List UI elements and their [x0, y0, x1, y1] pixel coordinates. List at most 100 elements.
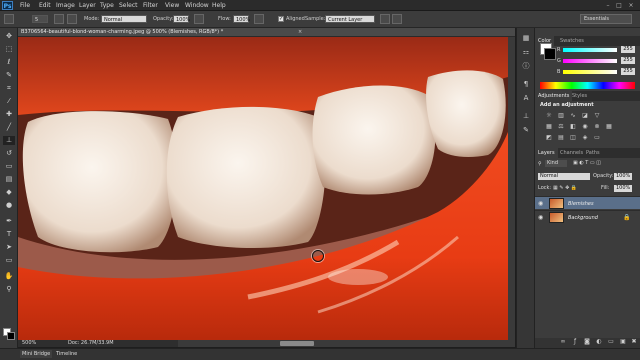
blue-value[interactable]: 255: [621, 68, 635, 75]
lock-icons[interactable]: ▦ ✎ ✥ 🔒: [553, 185, 577, 191]
menu-file[interactable]: File: [20, 0, 30, 11]
document-tab[interactable]: B3706564-beautiful-blond-woman-charming.…: [18, 28, 515, 37]
brush-presets-icon[interactable]: ✎: [521, 126, 531, 135]
menu-view[interactable]: View: [165, 0, 179, 11]
tab-timeline[interactable]: Timeline: [56, 351, 77, 357]
marquee-icon[interactable]: ⬚: [3, 45, 15, 54]
menu-type[interactable]: Type: [100, 0, 114, 11]
close-window-button[interactable]: ×: [627, 2, 635, 9]
filter-icons[interactable]: ▣ ◐ T ▭ ◫: [573, 160, 601, 166]
zoom-icon[interactable]: ⚲: [3, 285, 15, 294]
properties-icon[interactable]: ⚏: [521, 48, 531, 57]
levels-icon[interactable]: ▥: [557, 112, 565, 119]
green-slider-bar[interactable]: [563, 59, 617, 63]
clone-stamp-tool-icon[interactable]: [4, 14, 14, 24]
fill-input[interactable]: 100%: [614, 185, 632, 192]
new-layer-icon[interactable]: ▣: [619, 338, 627, 346]
mask-icon[interactable]: ◙: [583, 338, 591, 346]
layer-name[interactable]: Blemishes: [568, 201, 594, 207]
eyedropper-icon[interactable]: ⁄: [3, 97, 15, 106]
adjustment-layer-icon[interactable]: ◐: [595, 338, 603, 346]
eye-icon[interactable]: ◉: [538, 200, 543, 207]
layers-opacity-input[interactable]: 100%: [614, 173, 632, 180]
black-white-icon[interactable]: ◧: [569, 123, 577, 130]
maximize-button[interactable]: □: [615, 2, 623, 9]
pressure-opacity-icon[interactable]: [194, 14, 204, 24]
pressure-size-icon[interactable]: [392, 14, 402, 24]
healing-icon[interactable]: ✚: [3, 110, 15, 119]
menu-help[interactable]: Help: [212, 0, 226, 11]
workspace-select[interactable]: Essentials: [580, 14, 632, 24]
tab-styles[interactable]: Styles: [569, 91, 590, 101]
shape-icon[interactable]: ▭: [3, 256, 15, 265]
gradient-map-icon[interactable]: ▭: [593, 134, 601, 141]
document-info[interactable]: Doc: 26.7M/33.9M: [68, 340, 114, 346]
selective-color-icon[interactable]: ◈: [581, 134, 589, 141]
ignore-adjustment-icon[interactable]: [380, 14, 390, 24]
color-spectrum[interactable]: [540, 82, 635, 89]
type-icon[interactable]: T: [3, 230, 15, 239]
dodge-icon[interactable]: ●: [3, 201, 15, 210]
menu-window[interactable]: Window: [185, 0, 209, 11]
green-value[interactable]: 255: [621, 57, 635, 64]
threshold-icon[interactable]: ◫: [569, 134, 577, 141]
tab-swatches[interactable]: Swatches: [557, 36, 587, 46]
channel-mixer-icon[interactable]: ⊗: [593, 123, 601, 130]
vertical-scrollbar[interactable]: [508, 37, 515, 340]
folder-icon[interactable]: ▭: [607, 338, 615, 346]
color-balance-icon[interactable]: ⚖: [557, 123, 565, 130]
fx-icon[interactable]: ƒ: [571, 338, 579, 346]
close-document-button[interactable]: ×: [298, 29, 302, 35]
brush-icon[interactable]: ╱: [3, 123, 15, 132]
crop-icon[interactable]: ⌗: [3, 84, 15, 93]
opacity-input[interactable]: 100%: [173, 15, 190, 23]
mode-select[interactable]: Normal: [101, 15, 147, 23]
menu-layer[interactable]: Layer: [79, 0, 96, 11]
brightness-icon[interactable]: ☼: [545, 112, 553, 119]
invert-icon[interactable]: ◩: [545, 134, 553, 141]
tab-layers[interactable]: Layers: [535, 148, 558, 158]
layer-name[interactable]: Background: [568, 215, 598, 221]
eye-icon[interactable]: ◉: [538, 214, 543, 221]
photo-filter-icon[interactable]: ◉: [581, 123, 589, 130]
menu-select[interactable]: Select: [119, 0, 138, 11]
layer-filter-select[interactable]: Kind: [545, 160, 567, 167]
menu-filter[interactable]: Filter: [143, 0, 158, 11]
path-select-icon[interactable]: ➤: [3, 243, 15, 252]
history-brush-icon[interactable]: ↺: [3, 149, 15, 158]
red-slider-bar[interactable]: [563, 48, 617, 52]
image-canvas[interactable]: [18, 37, 508, 340]
history-icon[interactable]: ▦: [521, 34, 531, 43]
layer-row-blemishes[interactable]: ◉ Blemishes: [535, 196, 640, 209]
menu-edit[interactable]: Edit: [39, 0, 51, 11]
quick-select-icon[interactable]: ✎: [3, 71, 15, 80]
airbrush-icon[interactable]: [254, 14, 264, 24]
blur-icon[interactable]: ◆: [3, 188, 15, 197]
menu-image[interactable]: Image: [56, 0, 75, 11]
brush-size-picker[interactable]: 5: [32, 15, 48, 23]
link-icon[interactable]: ∞: [559, 338, 567, 346]
clone-source-icon[interactable]: [67, 14, 77, 24]
hue-saturation-icon[interactable]: ▦: [545, 123, 553, 130]
move-icon[interactable]: ✥: [3, 32, 15, 41]
red-value[interactable]: 255: [621, 46, 635, 53]
character-icon[interactable]: A: [521, 94, 531, 103]
curves-icon[interactable]: ∿: [569, 112, 577, 119]
tab-channels[interactable]: Channels: [557, 148, 586, 158]
flow-input[interactable]: 100%: [233, 15, 250, 23]
gradient-icon[interactable]: ▤: [3, 175, 15, 184]
posterize-icon[interactable]: ▤: [557, 134, 565, 141]
eraser-icon[interactable]: ▭: [3, 162, 15, 171]
blue-slider-bar[interactable]: [563, 70, 617, 74]
hand-icon[interactable]: ✋: [3, 272, 15, 281]
blend-mode-select[interactable]: Normal: [538, 173, 590, 180]
vibrance-icon[interactable]: ▽: [593, 112, 601, 119]
info-icon[interactable]: ⓘ: [521, 62, 531, 71]
aligned-checkbox[interactable]: ✓: [278, 16, 284, 22]
minimize-button[interactable]: –: [604, 2, 612, 9]
lasso-icon[interactable]: ℓ: [3, 58, 15, 67]
tab-adjustments[interactable]: Adjustments: [535, 91, 573, 101]
clone-stamp-icon[interactable]: ⊥: [3, 136, 15, 145]
slider-green[interactable]: G 255: [557, 57, 637, 65]
tab-mini-bridge[interactable]: Mini Bridge: [20, 350, 53, 358]
